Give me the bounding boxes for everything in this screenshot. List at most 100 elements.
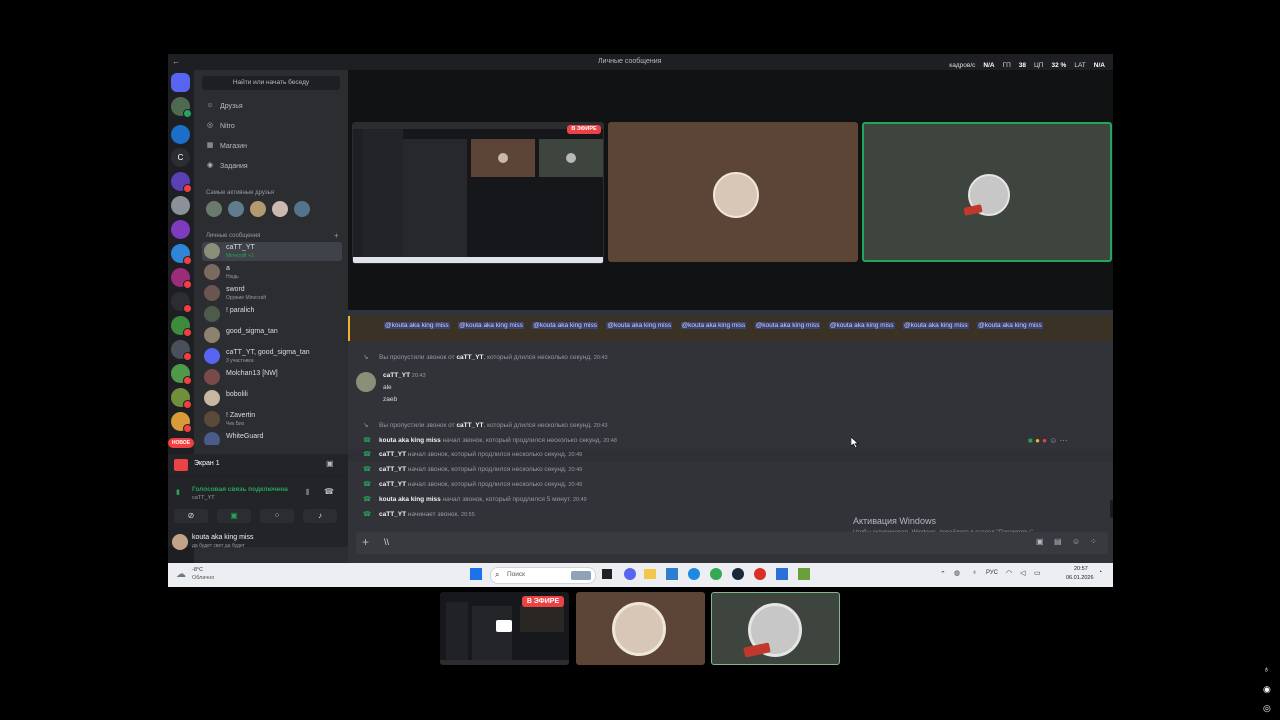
mention-tag[interactable]: @kouta aka king miss — [606, 322, 673, 329]
clock-date[interactable]: 06.01.2026 — [1066, 575, 1094, 581]
stream-tile[interactable]: В ЭФИРЕ — [352, 122, 604, 264]
gift-icon[interactable]: ▣ — [1036, 537, 1044, 546]
steam-icon[interactable] — [732, 568, 744, 580]
message-author[interactable]: kouta aka king miss — [377, 496, 441, 503]
mention-tag[interactable]: @kouta aka king miss — [680, 322, 747, 329]
share-screen-button[interactable]: ▣ — [217, 509, 251, 523]
server-icon[interactable] — [171, 340, 192, 361]
dm-item[interactable]: Molchan13 [NW] — [202, 368, 342, 387]
more-icon[interactable]: ⋯ — [1060, 436, 1068, 445]
nav-shop[interactable]: ▦ Магазин — [206, 142, 247, 150]
mention-tag[interactable]: @kouta aka king miss — [532, 322, 598, 329]
popout-icon[interactable]: ▣ — [326, 459, 334, 468]
mention-tag[interactable]: @kouta aka king miss — [384, 322, 450, 329]
reaction-icon[interactable]: ● — [1042, 436, 1047, 445]
search-input[interactable]: Найти или начать беседу — [202, 76, 340, 90]
server-icon[interactable] — [171, 364, 192, 385]
screen-share-row[interactable]: Экран 1 ▣ — [170, 457, 340, 473]
app-icon[interactable] — [776, 568, 788, 580]
dm-item[interactable]: WhiteGuard — [202, 431, 342, 445]
minecraft-icon[interactable] — [798, 568, 810, 580]
server-icon[interactable]: C — [171, 148, 190, 167]
sticker-icon[interactable]: ☺ — [1072, 537, 1080, 546]
tray-icon[interactable]: ◍ — [954, 569, 960, 577]
message-author[interactable]: caTT_YT — [456, 354, 483, 361]
message-author[interactable]: kouta aka king miss — [377, 437, 441, 444]
server-icon[interactable] — [171, 220, 190, 239]
soundboard-button[interactable]: ♪ — [303, 509, 337, 523]
settings-icon[interactable]: ◉ — [1263, 684, 1271, 695]
add-dm-icon[interactable]: + — [334, 231, 339, 240]
avatar[interactable] — [294, 201, 310, 217]
message-author[interactable]: caTT_YT — [456, 422, 483, 429]
server-icon[interactable] — [171, 316, 192, 337]
dm-item[interactable]: sword Оружие Minecraft — [202, 284, 342, 303]
mention-tag[interactable]: @kouta aka king miss — [828, 322, 895, 329]
mic-tray-icon[interactable]: ♁ — [972, 569, 977, 576]
start-icon[interactable] — [470, 568, 482, 580]
message-author[interactable]: caTT_YT — [377, 466, 406, 473]
voice-status[interactable]: Голосовая связь подключена — [192, 486, 288, 493]
nav-friends[interactable]: ☺ Друзья — [206, 102, 242, 110]
new-badge[interactable]: НОВОЕ — [168, 438, 194, 448]
chrome-icon[interactable] — [710, 568, 722, 580]
nav-nitro[interactable]: ◎ Nitro — [206, 122, 235, 130]
dm-item[interactable]: bobolili — [202, 389, 342, 408]
edge-icon[interactable] — [688, 568, 700, 580]
server-icon[interactable] — [171, 172, 192, 193]
message-author[interactable]: caTT_YT — [377, 481, 406, 488]
weather-icon[interactable]: ☁ — [176, 569, 186, 580]
avatar[interactable] — [272, 201, 288, 217]
avatar[interactable] — [250, 201, 266, 217]
participant-tile[interactable] — [608, 122, 858, 262]
participant-tile-speaking[interactable] — [862, 122, 1112, 262]
check-icon[interactable]: ■ — [1028, 436, 1033, 445]
mention-tag[interactable]: @kouta aka king miss — [754, 322, 821, 329]
server-icon[interactable] — [171, 244, 192, 265]
disconnect-icon[interactable]: ☎ — [324, 487, 334, 496]
camera-button[interactable]: ⊘ — [174, 509, 208, 523]
server-icon[interactable] — [171, 292, 192, 313]
language-indicator[interactable]: РУС — [986, 570, 998, 576]
dm-item[interactable]: caTT_YT, good_sigma_tan 3 участника — [202, 347, 342, 366]
activities-button[interactable]: ⁘ — [260, 509, 294, 523]
avatar[interactable] — [206, 201, 222, 217]
server-icon[interactable] — [171, 125, 190, 144]
server-icon[interactable] — [171, 196, 190, 215]
mention-tag[interactable]: @kouta aka king miss — [458, 322, 524, 329]
wifi-icon[interactable]: ◠ — [1006, 569, 1012, 577]
gif-icon[interactable]: ▤ — [1054, 537, 1062, 546]
back-arrow-icon[interactable]: ← — [172, 57, 180, 66]
user-name[interactable]: kouta aka king miss — [192, 534, 253, 541]
server-icon[interactable] — [171, 412, 192, 433]
server-icon[interactable] — [171, 97, 192, 118]
store-icon[interactable] — [666, 568, 678, 580]
weather-desc[interactable]: Облачно — [192, 575, 214, 581]
dm-item[interactable]: ! paralich — [202, 305, 342, 324]
message-input[interactable]: + \\ ▣ ▤ ☺ ⁘ — [356, 532, 1108, 554]
add-attachment-icon[interactable]: + — [362, 535, 369, 549]
avatar[interactable] — [228, 201, 244, 217]
avatar[interactable] — [172, 534, 188, 550]
thumbs-up-icon[interactable]: ● — [1035, 436, 1040, 445]
weather-temp[interactable]: -8°C — [192, 567, 203, 573]
participant-thumbnail[interactable] — [576, 592, 705, 665]
tray-chevron-icon[interactable]: ⌃ — [940, 570, 946, 578]
noise-icon[interactable]: ⦀ — [306, 488, 310, 498]
dm-item[interactable]: good_sigma_tan — [202, 326, 342, 345]
server-icon[interactable] — [171, 388, 192, 409]
taskbar-search[interactable]: ⌕ Поиск — [490, 567, 596, 584]
participant-thumbnail-speaking[interactable] — [711, 592, 840, 665]
task-view-icon[interactable] — [602, 569, 612, 579]
message-author[interactable]: caTT_YT — [377, 451, 406, 458]
apps-icon[interactable]: ⁘ — [1090, 537, 1097, 546]
message-author[interactable]: caTT_YT — [383, 372, 410, 379]
scrollbar[interactable] — [1110, 500, 1113, 518]
replay-icon[interactable]: ◎ — [1263, 703, 1271, 714]
stream-thumbnail[interactable]: В ЭФИРЕ — [440, 592, 569, 665]
voice-channel[interactable]: caTT_YT — [192, 495, 215, 501]
discord-taskbar-icon[interactable] — [624, 568, 636, 580]
avatar[interactable] — [356, 372, 376, 392]
emoji-icon[interactable]: ☺ — [1049, 436, 1057, 445]
nav-quests[interactable]: ◉ Задания — [206, 162, 248, 170]
